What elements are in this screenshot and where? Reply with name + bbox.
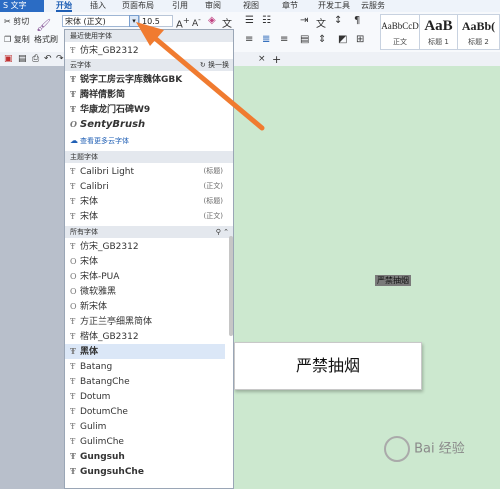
paw-icon (384, 436, 410, 462)
annotation-arrow-icon (136, 22, 265, 131)
watermark-logo: Bai 经验 (384, 436, 494, 480)
